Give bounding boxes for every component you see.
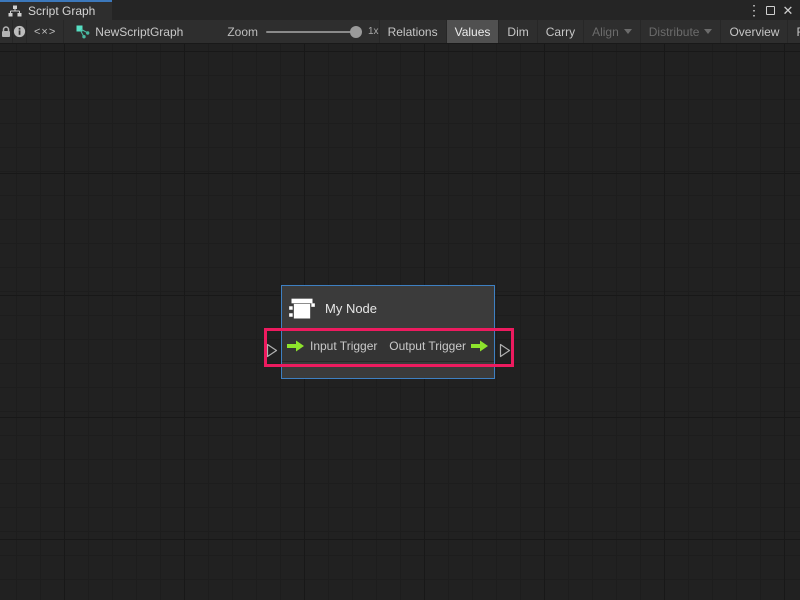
chevron-down-icon xyxy=(704,29,712,34)
align-dropdown[interactable]: Align xyxy=(583,20,640,43)
graph-icon xyxy=(76,25,90,39)
flow-arrow-icon xyxy=(471,339,489,353)
graph-breadcrumb-button[interactable]: NewScriptGraph xyxy=(64,20,193,43)
more-menu-icon[interactable]: ⋮ xyxy=(747,3,759,17)
zoom-slider-handle[interactable] xyxy=(350,26,362,38)
node-footer xyxy=(282,362,494,378)
close-icon[interactable]: ✕ xyxy=(782,4,794,17)
carry-button[interactable]: Carry xyxy=(537,20,583,43)
toolbar-toggle-group: Relations Values Dim Carry Align Distrib… xyxy=(379,20,800,43)
dim-button[interactable]: Dim xyxy=(498,20,536,43)
hierarchy-icon xyxy=(8,5,22,17)
distribute-dropdown[interactable]: Distribute xyxy=(640,20,721,43)
flow-arrow-icon xyxy=(287,339,305,353)
zoom-slider[interactable] xyxy=(266,31,360,33)
fullscreen-button[interactable]: Full Screen xyxy=(787,20,800,43)
tab-script-graph[interactable]: Script Graph xyxy=(0,0,112,20)
zoom-control: Zoom 1x xyxy=(193,20,378,43)
script-graph-window: Script Graph ⋮ ✕ xyxy=(0,0,800,600)
lock-icon xyxy=(0,25,12,38)
distribute-label: Distribute xyxy=(649,25,700,39)
unit-icon xyxy=(288,294,316,322)
node-header[interactable]: My Node xyxy=(282,286,494,330)
node-title: My Node xyxy=(325,301,377,316)
tab-title: Script Graph xyxy=(28,4,95,18)
zoom-value: 1x xyxy=(368,26,379,37)
lock-button[interactable] xyxy=(0,20,13,43)
graph-node[interactable]: My Node Input Trigger Output Trigger xyxy=(281,285,495,379)
values-button[interactable]: Values xyxy=(446,20,499,43)
graph-canvas[interactable]: My Node Input Trigger Output Trigger xyxy=(0,44,800,600)
input-port-connector[interactable] xyxy=(266,343,278,363)
tab-bar: Script Graph ⋮ ✕ xyxy=(0,0,800,20)
chevron-down-icon xyxy=(624,29,632,34)
output-port-connector[interactable] xyxy=(499,343,511,363)
info-button[interactable] xyxy=(13,20,27,43)
input-port[interactable]: Input Trigger xyxy=(287,339,377,353)
graph-name: NewScriptGraph xyxy=(95,25,183,39)
output-port[interactable]: Output Trigger xyxy=(389,339,489,353)
window-controls: ⋮ ✕ xyxy=(747,0,800,20)
graph-toolbar: <×> NewScriptGraph Zoom 1x Relations Val… xyxy=(0,20,800,44)
align-label: Align xyxy=(592,25,619,39)
overview-button[interactable]: Overview xyxy=(720,20,787,43)
info-icon xyxy=(13,25,26,38)
relations-button[interactable]: Relations xyxy=(379,20,446,43)
input-port-label: Input Trigger xyxy=(310,339,377,353)
zoom-label: Zoom xyxy=(227,25,258,39)
output-port-label: Output Trigger xyxy=(389,339,466,353)
maximize-icon[interactable] xyxy=(766,6,775,15)
node-ports-row: Input Trigger Output Trigger xyxy=(282,330,494,362)
code-preview-button[interactable]: <×> xyxy=(27,20,64,43)
